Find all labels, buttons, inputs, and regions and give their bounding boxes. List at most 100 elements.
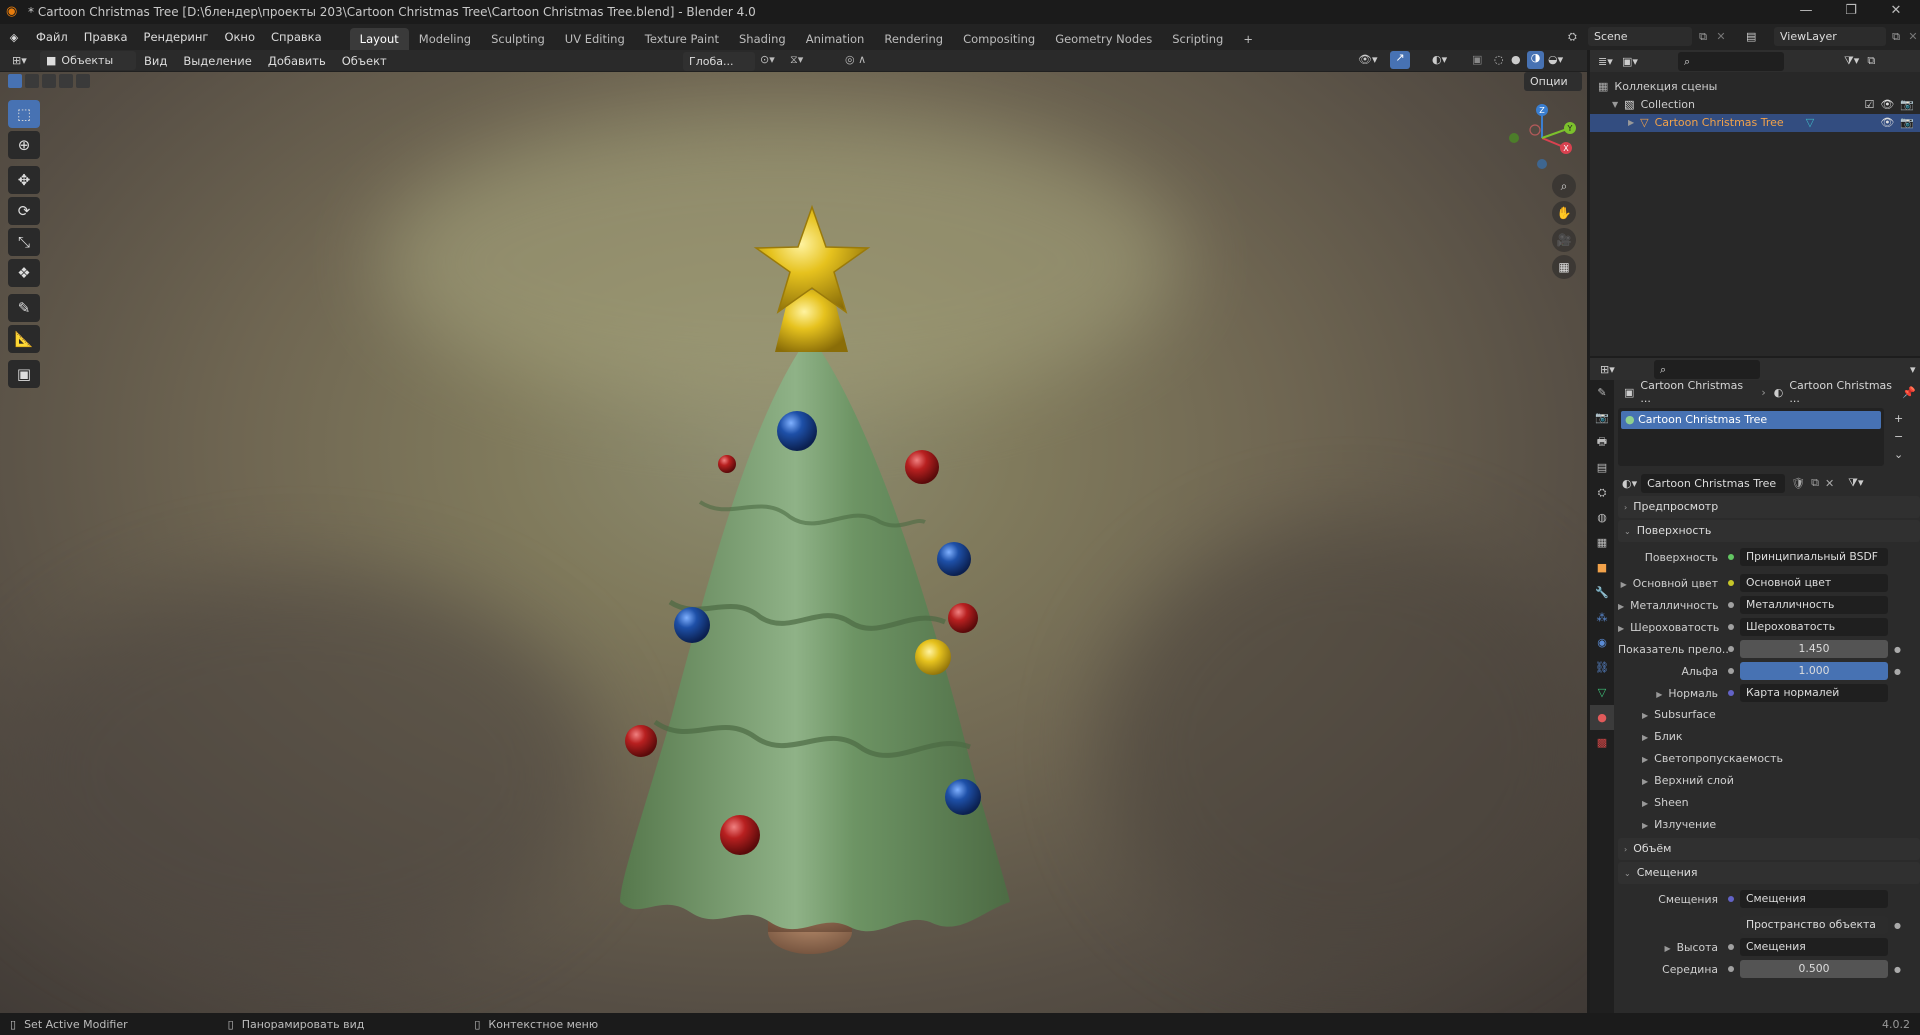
remove-scene-icon[interactable]: ✕ [1714, 30, 1728, 43]
expand-arrow-icon[interactable]: ▶ [1656, 690, 1662, 699]
volume-section[interactable]: › Объём [1618, 838, 1920, 860]
expand-arrow-icon[interactable]: ▶ [1618, 624, 1624, 633]
new-collection-icon[interactable]: ⧉ [1867, 54, 1875, 68]
outliner-search-input[interactable]: ⌕ [1678, 51, 1784, 71]
menu-render[interactable]: Рендеринг [136, 27, 217, 47]
material-tab-icon[interactable]: ● [1590, 705, 1614, 730]
expand-arrow-icon[interactable]: ▶ [1621, 580, 1627, 589]
expand-arrow-icon[interactable]: ▼ [1612, 96, 1618, 114]
surface-shader-field[interactable]: Принципиальный BSDF [1740, 548, 1888, 566]
unlink-material-icon[interactable]: ✕ [1825, 477, 1834, 490]
displacement-space-dropdown[interactable]: Пространство объекта [1740, 916, 1888, 934]
menu-select[interactable]: Выделение [175, 51, 260, 71]
material-filter-icon[interactable]: ⧩▾ [1848, 476, 1863, 490]
menu-add[interactable]: Добавить [260, 51, 334, 71]
visibility-eye-icon[interactable]: 👁 [1880, 114, 1894, 132]
select-box-tool-icon[interactable]: ⬚ [8, 100, 40, 128]
pin-icon[interactable]: 📌 [1902, 386, 1916, 399]
tab-animation[interactable]: Animation [796, 28, 875, 50]
move-tool-icon[interactable]: ✥ [8, 166, 40, 194]
slot-specials-icon[interactable]: ⌄ [1894, 446, 1903, 464]
object-tab-icon[interactable]: ■ [1590, 555, 1614, 580]
select-invert-icon[interactable] [59, 74, 73, 88]
navigation-gizmo[interactable]: Z X Y [1500, 98, 1586, 178]
visibility-eye-icon[interactable]: 👁 [1880, 96, 1894, 114]
outliner-editor-icon[interactable]: ≣▾ [1590, 55, 1622, 68]
transmission-subpanel[interactable]: ▶ Светопропускаемость [1618, 748, 1920, 770]
minimize-icon[interactable]: — [1786, 3, 1826, 18]
ior-field[interactable]: 1.450 [1740, 640, 1888, 658]
alpha-field[interactable]: 1.000 [1740, 662, 1888, 680]
particles-tab-icon[interactable]: ⁂ [1590, 605, 1614, 630]
fake-user-icon[interactable]: 🛡 [1791, 477, 1805, 490]
gizmo-toggle-icon[interactable]: ↗ [1390, 51, 1410, 69]
keyframe-dot-icon[interactable]: ● [1894, 921, 1901, 930]
duplicate-material-icon[interactable]: ⧉ [1811, 476, 1819, 490]
emission-subpanel[interactable]: ▶ Излучение [1618, 814, 1920, 836]
perspective-grid-icon[interactable]: ▦ [1552, 255, 1576, 279]
properties-options-icon[interactable]: ▾ [1910, 363, 1916, 376]
modifier-tab-icon[interactable]: 🔧 [1590, 580, 1614, 605]
solid-shading-icon[interactable]: ● [1511, 53, 1521, 66]
preview-section[interactable]: › Предпросмотр [1618, 496, 1920, 518]
keyframe-dot-icon[interactable]: ● [1894, 667, 1901, 676]
texture-tab-icon[interactable]: ▩ [1590, 730, 1614, 755]
keyframe-dot-icon[interactable]: ● [1894, 645, 1901, 654]
add-workspace-button[interactable]: + [1233, 28, 1263, 50]
blender-menu-icon[interactable]: ◈ [0, 31, 28, 44]
render-tab-icon[interactable]: 📷 [1590, 405, 1614, 430]
display-mode-icon[interactable]: ▣▾ [1622, 55, 1654, 68]
zoom-icon[interactable]: ⌕ [1552, 174, 1576, 198]
browse-material-icon[interactable]: ◐▾ [1622, 477, 1637, 490]
material-name-field[interactable]: Cartoon Christmas Tree [1641, 473, 1786, 493]
tab-scripting[interactable]: Scripting [1162, 28, 1233, 50]
collection-tab-icon[interactable]: ▦ [1590, 530, 1614, 555]
tab-compositing[interactable]: Compositing [953, 28, 1045, 50]
menu-help[interactable]: Справка [263, 27, 330, 47]
remove-slot-button[interactable]: − [1894, 428, 1903, 446]
wireframe-shading-icon[interactable]: ◌ [1494, 53, 1504, 66]
filter-icon[interactable]: ⧩▾ [1844, 54, 1859, 68]
pivot-icon[interactable]: ⊙▾ [760, 53, 775, 66]
select-extend-icon[interactable] [25, 74, 39, 88]
subsurface-subpanel[interactable]: ▶ Subsurface [1618, 704, 1920, 726]
properties-search-input[interactable]: ⌕ [1654, 359, 1760, 379]
physics-tab-icon[interactable]: ◉ [1590, 630, 1614, 655]
outliner-collection[interactable]: ▼ ▧ Collection ☑ 👁 📷 [1590, 96, 1920, 114]
height-field[interactable]: Смещения [1740, 938, 1888, 956]
proportional-edit-icon[interactable]: ◎ ∧ [845, 53, 866, 66]
scene-tab-icon[interactable]: ⛭ [1590, 480, 1614, 505]
add-cube-tool-icon[interactable]: ▣ [8, 360, 40, 388]
transform-orientation-dropdown[interactable]: Глоба... [683, 52, 755, 71]
menu-view[interactable]: Вид [136, 51, 175, 71]
menu-edit[interactable]: Правка [76, 27, 136, 47]
displacement-section[interactable]: ⌄ Смещения [1618, 862, 1920, 884]
material-slot-item[interactable]: ● Cartoon Christmas Tree [1621, 411, 1881, 429]
surface-section[interactable]: ⌄ Поверхность [1618, 520, 1920, 542]
editor-type-icon[interactable]: ⊞▾ [0, 54, 40, 67]
select-intersect-icon[interactable] [76, 74, 90, 88]
options-dropdown[interactable]: Опции [1524, 72, 1582, 91]
expand-arrow-icon[interactable]: ▶ [1628, 114, 1634, 132]
render-camera-icon[interactable]: 📷 [1900, 114, 1914, 132]
metallic-field[interactable]: Металличность [1740, 596, 1888, 614]
rendered-shading-icon[interactable]: ◒▾ [1548, 53, 1563, 66]
tab-shading[interactable]: Shading [729, 28, 796, 50]
3d-viewport[interactable]: ⬚ ⊕ ✥ ⟳ ⤡ ❖ ✎ 📐 ▣ Опции Z X Y ⌕ ✋ 🎥 ▦ [0, 72, 1587, 1013]
keyframe-dot-icon[interactable]: ● [1894, 965, 1901, 974]
sheen-subpanel[interactable]: ▶ Sheen [1618, 792, 1920, 814]
new-view-layer-icon[interactable]: ⧉ [1886, 30, 1906, 44]
christmas-tree-model[interactable] [600, 122, 1020, 992]
properties-editor-icon[interactable]: ⊞▾ [1590, 363, 1630, 376]
add-slot-button[interactable]: + [1894, 410, 1903, 428]
pan-hand-icon[interactable]: ✋ [1552, 201, 1576, 225]
specular-subpanel[interactable]: ▶ Блик [1618, 726, 1920, 748]
tab-rendering[interactable]: Rendering [874, 28, 953, 50]
tab-sculpting[interactable]: Sculpting [481, 28, 555, 50]
menu-window[interactable]: Окно [216, 27, 263, 47]
mesh-data-icon[interactable]: ▽ [1806, 114, 1881, 132]
transform-tool-icon[interactable]: ❖ [8, 259, 40, 287]
xray-icon[interactable]: ▣ [1472, 53, 1482, 66]
output-tab-icon[interactable]: 🖶 [1590, 430, 1614, 455]
tool-tab-icon[interactable]: ✎ [1590, 380, 1614, 405]
